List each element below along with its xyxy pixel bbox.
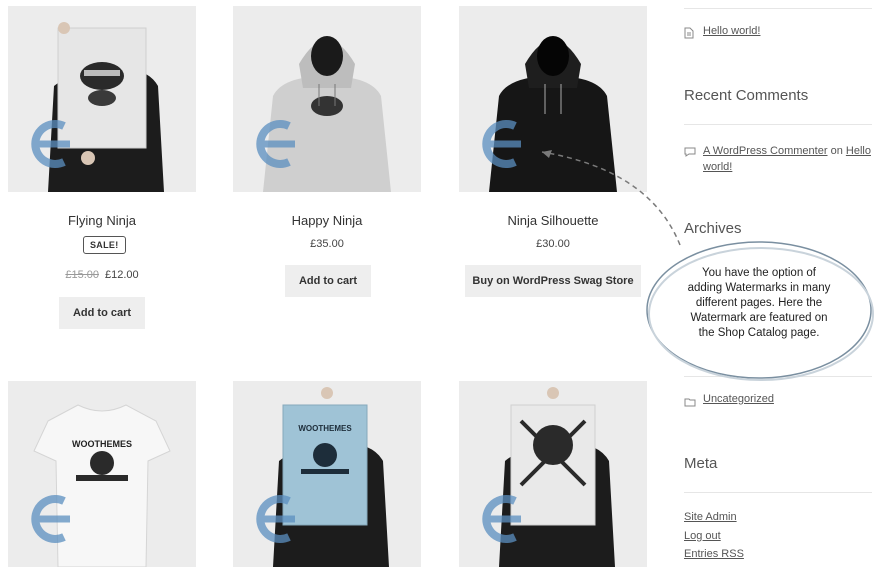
- comment-on-text: on: [830, 145, 843, 157]
- product-price: £35.00: [310, 238, 344, 250]
- callout-line: You have the option of: [701, 267, 817, 279]
- product-image-woo-tshirt[interactable]: WOOTHEMES: [8, 381, 196, 567]
- folder-icon: [684, 394, 696, 412]
- log-out-link[interactable]: Log out: [684, 530, 721, 542]
- svg-text:WOOTHEMES: WOOTHEMES: [72, 439, 132, 449]
- callout-text: You have the option of adding Watermarks…: [665, 266, 853, 341]
- buy-on-swag-store-button[interactable]: Buy on WordPress Swag Store: [465, 265, 641, 297]
- add-to-cart-button[interactable]: Add to cart: [285, 265, 371, 297]
- recent-comment: A WordPress Commenter on Hello world!: [703, 143, 873, 175]
- recent-comments-heading: Recent Comments: [684, 87, 809, 104]
- site-admin-link[interactable]: Site Admin: [684, 511, 737, 523]
- watermark-callout: You have the option of adding Watermarks…: [643, 238, 875, 382]
- product-price: £15.00 £12.00: [8, 269, 196, 281]
- product-title[interactable]: Flying Ninja: [8, 213, 196, 228]
- product-title[interactable]: Happy Ninja: [233, 213, 421, 228]
- entries-rss-link[interactable]: Entries RSS: [684, 548, 744, 560]
- callout-pointer: [541, 150, 681, 246]
- sidebar-divider: [684, 492, 872, 493]
- old-price: £15.00: [65, 269, 99, 281]
- sale-badge: SALE!: [83, 236, 126, 254]
- comment-post-link[interactable]: Hello: [846, 145, 871, 157]
- svg-text:WOOTHEMES: WOOTHEMES: [298, 424, 352, 433]
- callout-line: different pages. Here the: [695, 297, 823, 309]
- sidebar-divider: [684, 124, 872, 125]
- add-to-cart-button[interactable]: Add to cart: [59, 297, 145, 329]
- document-icon: [684, 26, 694, 44]
- comment-post-link-cont[interactable]: world!: [703, 161, 732, 173]
- product-image-woo-poster[interactable]: WOOTHEMES: [233, 381, 421, 567]
- product-image-happy-ninja[interactable]: [233, 6, 421, 192]
- callout-line: Watermark are featured on: [690, 312, 828, 324]
- sidebar-divider: [684, 8, 872, 9]
- category-link[interactable]: Uncategorized: [703, 393, 774, 405]
- callout-line: the Shop Catalog page.: [698, 327, 820, 339]
- comment-author-link[interactable]: A WordPress Commenter: [703, 145, 828, 157]
- product-image-flying-ninja[interactable]: [8, 6, 196, 192]
- meta-heading: Meta: [684, 455, 718, 472]
- product-image-ship-your-idea[interactable]: [459, 381, 647, 567]
- callout-line: adding Watermarks in many: [687, 282, 831, 294]
- archives-heading: Archives: [684, 220, 742, 237]
- sale-price: £12.00: [105, 269, 139, 281]
- recent-post-link[interactable]: Hello world!: [703, 25, 760, 37]
